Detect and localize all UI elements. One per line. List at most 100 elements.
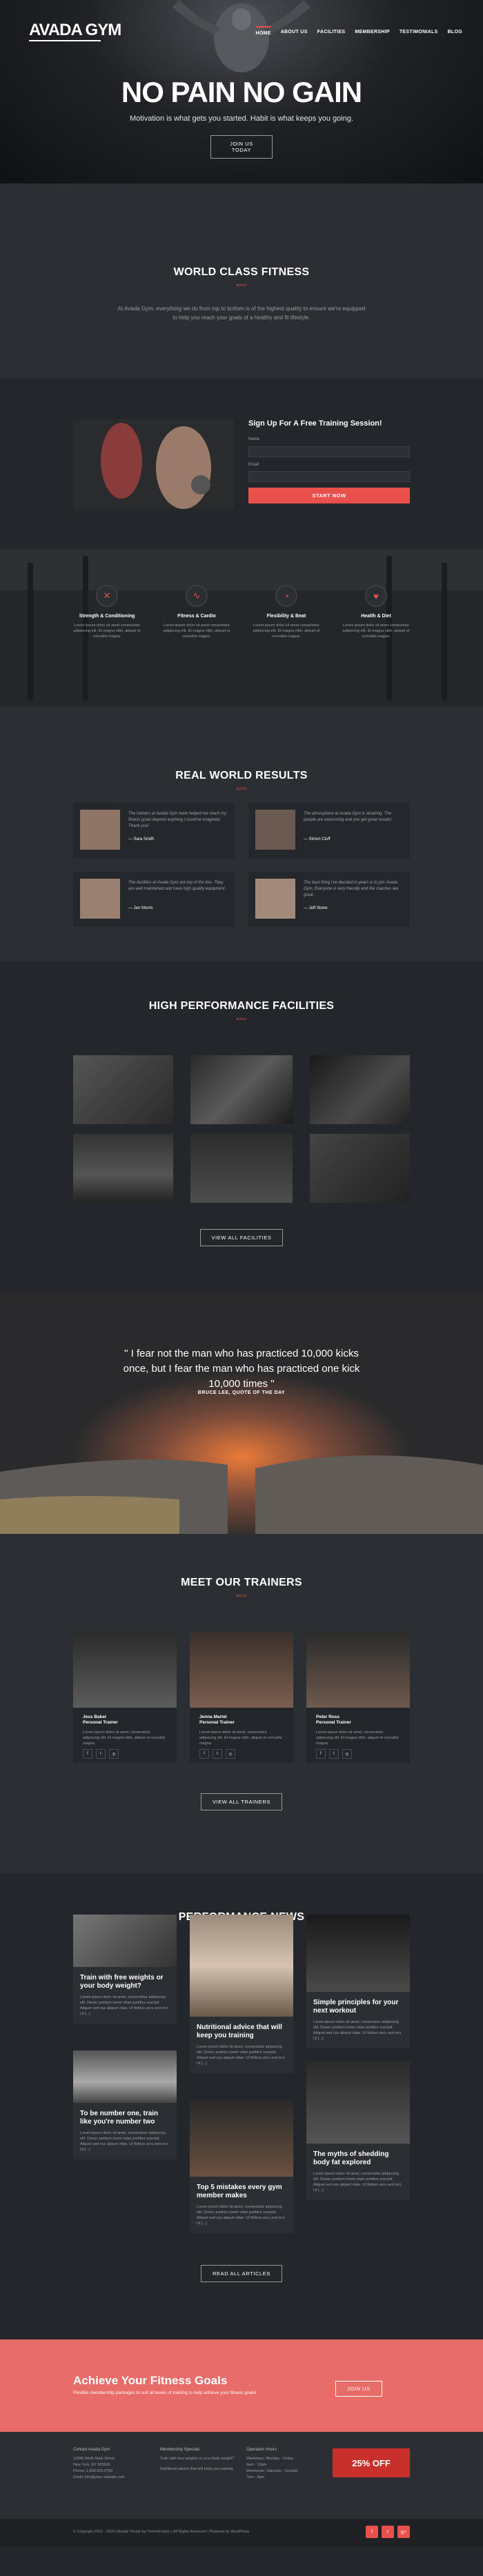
news-card[interactable]: Top 5 mistakes every gym member makes Lo… xyxy=(190,2101,293,2233)
read-all-articles-button[interactable]: READ ALL ARTICLES xyxy=(201,2265,282,2282)
footer-line: 6am - 10pm xyxy=(246,2463,267,2467)
testimonial-avatar xyxy=(80,879,120,919)
start-now-button[interactable]: START NOW xyxy=(248,488,410,503)
instagram-icon[interactable]: ◎ xyxy=(342,1749,352,1759)
testimonial-author: — Sara Smith xyxy=(128,837,155,841)
footer-specials: Membership Specials Train with free weig… xyxy=(160,2447,236,2473)
view-all-trainers-button[interactable]: VIEW ALL TRAINERS xyxy=(201,1793,282,1810)
world-class-section: WORLD CLASS FITNESS At Avada Gym, everyt… xyxy=(0,183,483,378)
footer-hours: Operation Hours Weekdays: Monday - Frida… xyxy=(246,2447,322,2481)
footer-line: 7am - 8pm xyxy=(246,2475,265,2479)
hero-athlete-image xyxy=(172,0,310,72)
trainers-button-wrap: VIEW ALL TRAINERS xyxy=(0,1793,483,1810)
trainer-social: f t ◎ xyxy=(83,1749,119,1759)
cta-section: Achieve Your Fitness Goals Flexible memb… xyxy=(0,2339,483,2432)
instagram-icon[interactable]: ◎ xyxy=(109,1749,119,1759)
feature-title: Flexibility & Beat xyxy=(266,614,306,619)
trainer-card: Peter Ross Personal Trainer Lorem ipsum … xyxy=(306,1632,410,1763)
feature-text: Lorem ipsum dolor sit amet consectetur a… xyxy=(342,623,410,639)
news-image xyxy=(306,1915,410,1992)
nav-about[interactable]: ABOUT US xyxy=(281,26,308,36)
trainer-role: Personal Trainer xyxy=(83,1720,118,1725)
news-image xyxy=(190,1915,293,2017)
nav-blog[interactable]: BLOG xyxy=(448,26,462,36)
feature-text: Lorem ipsum dolor sit amet consectetur a… xyxy=(253,623,320,639)
athletes-image xyxy=(73,419,235,509)
footer-line[interactable]: Email: info@your-website.com xyxy=(73,2475,149,2481)
feature-item: ◔ Flexibility & Beat Lorem ipsum dolor s… xyxy=(248,585,324,639)
news-image xyxy=(73,2050,177,2103)
facility-image[interactable] xyxy=(310,1134,410,1203)
cta-title: Achieve Your Fitness Goals xyxy=(73,2374,228,2387)
news-image xyxy=(73,1915,177,1967)
facility-image[interactable] xyxy=(310,1055,410,1124)
facilities-section: HIGH PERFORMANCE FACILITIES VIEW ALL FAC… xyxy=(0,961,483,1292)
facility-image[interactable] xyxy=(73,1055,173,1124)
testimonial-author: — Jeff Stone xyxy=(304,906,328,910)
instagram-icon[interactable]: ◎ xyxy=(226,1749,235,1759)
trainer-bio: Lorem ipsum dolor sit amet, consectetur … xyxy=(316,1730,399,1746)
testimonial-text: The facilities at Avada Gym are top of t… xyxy=(128,881,226,891)
nav-home[interactable]: HOME xyxy=(255,26,271,36)
testimonial-text: The atmosphere at Avada Gym is amazing. … xyxy=(304,812,392,822)
news-card[interactable]: Simple principles for your next workout … xyxy=(306,1915,410,2048)
join-us-today-button[interactable]: JOIN US TODAY xyxy=(210,135,273,159)
news-excerpt: Lorem ipsum dolor sit amet, consectetur … xyxy=(80,2131,169,2152)
google-plus-icon[interactable]: g+ xyxy=(397,2526,410,2538)
news-excerpt: Lorem ipsum dolor sit amet, consectetur … xyxy=(313,2020,402,2041)
section-title: MEET OUR TRAINERS xyxy=(181,1577,302,1588)
testimonial-author: — Simon Cluff xyxy=(304,837,331,841)
promo-banner[interactable]: 25% OFF xyxy=(333,2448,410,2477)
join-us-button[interactable]: JOIN US xyxy=(335,2381,382,2397)
feature-text: Lorem ipsum dolor sit amet consectetur a… xyxy=(73,623,141,639)
trainer-photo xyxy=(306,1632,410,1708)
main-nav: HOME ABOUT US FACILITIES MEMBERSHIP TEST… xyxy=(255,26,463,36)
feature-item: ♥ Health & Diet Lorem ipsum dolor sit am… xyxy=(338,585,414,639)
news-title[interactable]: Top 5 mistakes every gym member makes xyxy=(197,2184,286,2200)
view-all-facilities-button[interactable]: VIEW ALL FACILITIES xyxy=(199,1229,284,1246)
news-title[interactable]: The myths of shedding body fat explored xyxy=(313,2150,403,2167)
quote-text: " I fear not the man who has practiced 1… xyxy=(123,1348,360,1390)
site-logo[interactable]: AVADA GYM xyxy=(29,21,121,40)
feature-item: ✕ Strength & Conditioning Lorem ipsum do… xyxy=(69,585,145,639)
news-title[interactable]: Simple principles for your next workout xyxy=(313,1999,403,2015)
twitter-icon[interactable]: t xyxy=(382,2526,394,2538)
news-card[interactable]: To be number one, train like you're numb… xyxy=(73,2050,177,2159)
facebook-icon[interactable]: f xyxy=(199,1749,209,1759)
testimonial-avatar xyxy=(255,879,295,919)
facility-image[interactable] xyxy=(190,1134,293,1203)
news-image xyxy=(306,2061,410,2144)
news-excerpt: Lorem ipsum dolor sit amet, consectetur … xyxy=(197,2045,286,2066)
news-title[interactable]: Nutritional advice that will keep you tr… xyxy=(197,2024,286,2040)
news-card[interactable]: The myths of shedding body fat explored … xyxy=(306,2061,410,2200)
footer-line: Weekends: Saturday - Sunday xyxy=(246,2469,298,2473)
news-card[interactable]: Nutritional advice that will keep you tr… xyxy=(190,1915,293,2073)
footer-social: f t g+ xyxy=(366,2526,410,2538)
cta-text: Flexible membership packages to suit all… xyxy=(73,2390,257,2395)
footer-link[interactable]: Nutritional advice that will keep you tr… xyxy=(160,2466,236,2473)
nav-membership[interactable]: MEMBERSHIP xyxy=(355,26,389,36)
facebook-icon[interactable]: f xyxy=(366,2526,378,2538)
nav-facilities[interactable]: FACILITIES xyxy=(317,26,346,36)
feature-title: Strength & Conditioning xyxy=(79,614,135,619)
signup-form: Sign Up For A Free Training Session! Nam… xyxy=(248,419,410,503)
title-separator xyxy=(237,1018,246,1020)
section-text: At Avada Gym, everything we do from top … xyxy=(117,306,366,321)
news-card[interactable]: Train with free weights or your body wei… xyxy=(73,1915,177,2024)
twitter-icon[interactable]: t xyxy=(213,1749,222,1759)
stopwatch-icon: ◔ xyxy=(275,585,297,607)
facebook-icon[interactable]: f xyxy=(83,1749,92,1759)
facility-image[interactable] xyxy=(190,1055,293,1124)
facebook-icon[interactable]: f xyxy=(316,1749,326,1759)
news-title[interactable]: To be number one, train like you're numb… xyxy=(80,2110,170,2126)
name-input[interactable] xyxy=(248,446,410,457)
trainer-social: f t ◎ xyxy=(199,1749,235,1759)
hero-section: AVADA GYM HOME ABOUT US FACILITIES MEMBE… xyxy=(0,0,483,183)
footer-link[interactable]: Train with free weights or your body wei… xyxy=(160,2456,236,2462)
email-input[interactable] xyxy=(248,471,410,482)
facility-image[interactable] xyxy=(73,1134,173,1203)
twitter-icon[interactable]: t xyxy=(96,1749,106,1759)
twitter-icon[interactable]: t xyxy=(329,1749,339,1759)
nav-testimonials[interactable]: TESTIMONIALS xyxy=(400,26,438,36)
news-title[interactable]: Train with free weights or your body wei… xyxy=(80,1974,170,1990)
